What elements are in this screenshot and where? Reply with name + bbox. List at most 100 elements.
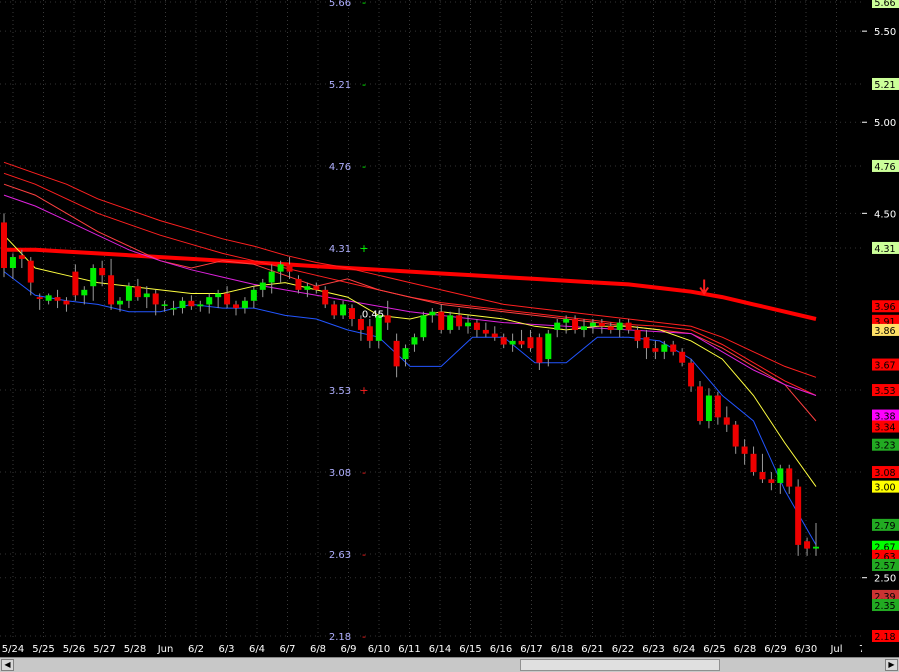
candle-down bbox=[286, 264, 293, 272]
candle-up bbox=[465, 322, 471, 327]
candle-down bbox=[322, 289, 329, 305]
candle-down bbox=[652, 348, 659, 352]
candle-down bbox=[152, 293, 159, 305]
y-tick-label: 5.00 bbox=[874, 118, 896, 129]
x-tick-label: 6/22 bbox=[612, 644, 634, 655]
grid-lines bbox=[0, 0, 868, 640]
x-axis: 5/24 5/25 5/26 5/27 5/28 Jun 6/2 6/3 6/4 6/7 6/8 6/… bbox=[2, 644, 875, 655]
candle-up bbox=[143, 293, 150, 298]
x-tick-label: 6/11 bbox=[398, 644, 420, 655]
x-tick-label: 6/17 bbox=[520, 644, 542, 655]
x-tick-label: 6/30 bbox=[795, 644, 817, 655]
x-tick-label: 6/7 bbox=[279, 644, 295, 655]
price-badge-label: 2.57 bbox=[874, 561, 895, 572]
candle-up bbox=[340, 304, 347, 316]
x-tick-label: 6/2 bbox=[188, 644, 204, 655]
scroll-left-button[interactable]: ◀ bbox=[1, 659, 14, 671]
x-tick-label: 6/25 bbox=[703, 644, 725, 655]
price-badge-label: 3.53 bbox=[874, 386, 895, 397]
candle-up bbox=[45, 295, 52, 301]
annotation-label: 0.45 bbox=[362, 310, 384, 321]
candle-down bbox=[572, 319, 579, 330]
candle-down bbox=[108, 275, 115, 305]
candle-down bbox=[27, 260, 34, 283]
candle-down bbox=[670, 344, 677, 352]
level-label: 3.08 bbox=[329, 468, 351, 479]
price-badge-label: 3.00 bbox=[874, 483, 895, 494]
candle-up bbox=[661, 344, 668, 352]
candle-down bbox=[741, 446, 748, 454]
candle-down bbox=[63, 300, 70, 305]
signal-arrow bbox=[699, 279, 709, 296]
candle-down bbox=[438, 311, 445, 330]
price-badge-label: 3.23 bbox=[874, 441, 895, 452]
candle-down bbox=[536, 337, 543, 363]
x-tick-label: 6/18 bbox=[551, 644, 573, 655]
candle-down bbox=[518, 340, 525, 345]
price-badge-label: 4.76 bbox=[874, 162, 895, 173]
price-badge-label: 3.34 bbox=[874, 422, 895, 433]
x-tick-label: 5/27 bbox=[93, 644, 115, 655]
level-label: 5.66 bbox=[329, 0, 351, 9]
x-tick-label: 6/23 bbox=[642, 644, 664, 655]
candle-down bbox=[768, 479, 775, 483]
scroll-right-button[interactable]: ▶ bbox=[885, 659, 898, 671]
level-label: 4.31 bbox=[329, 244, 351, 255]
scroll-thumb[interactable] bbox=[520, 659, 720, 671]
candle-down bbox=[697, 386, 703, 422]
candle-up bbox=[277, 264, 284, 272]
level-label: 2.63 bbox=[329, 550, 351, 561]
level-label: 3.53 bbox=[329, 386, 351, 397]
x-tick-label: 6/10 bbox=[368, 644, 390, 655]
x-tick-label: 6/29 bbox=[764, 644, 786, 655]
candle-up bbox=[117, 300, 123, 305]
x-tick-label: 6/16 bbox=[490, 644, 512, 655]
level-marker: - bbox=[362, 0, 366, 9]
level-label: 5.21 bbox=[329, 80, 351, 91]
candle-down bbox=[634, 329, 641, 341]
candle-up bbox=[616, 322, 623, 330]
candle-down bbox=[714, 395, 721, 418]
candle-up bbox=[268, 271, 275, 283]
level-marker: - bbox=[362, 466, 366, 479]
level-label: 4.76 bbox=[329, 162, 351, 173]
y-tick-label: 2.50 bbox=[874, 574, 896, 585]
candle-down bbox=[759, 472, 766, 480]
candle-down bbox=[1, 222, 7, 268]
candle-down bbox=[482, 329, 489, 334]
x-tick-label: 6/15 bbox=[459, 644, 481, 655]
candle-up bbox=[215, 293, 222, 298]
candle-up bbox=[429, 311, 436, 316]
candle-down bbox=[295, 278, 302, 290]
candle-down bbox=[607, 326, 614, 330]
candle-down bbox=[625, 322, 632, 330]
candle-down bbox=[500, 337, 507, 345]
candle-down bbox=[331, 304, 338, 316]
horizontal-scrollbar[interactable]: ◀ ▶ bbox=[0, 657, 899, 672]
candle-up bbox=[125, 286, 132, 301]
candle-down bbox=[598, 322, 605, 327]
candle-down bbox=[491, 333, 498, 338]
x-tick-label: 6/14 bbox=[429, 644, 451, 655]
candle-up bbox=[554, 322, 561, 330]
candle-down bbox=[313, 286, 320, 290]
price-badge-label: 2.79 bbox=[874, 521, 895, 532]
candle-up bbox=[206, 297, 213, 305]
level-marker: - bbox=[362, 630, 366, 643]
candle-up bbox=[259, 282, 266, 290]
price-badge-label: 2.35 bbox=[874, 601, 895, 612]
price-badge-label: 5.66 bbox=[874, 0, 895, 9]
candle-down bbox=[679, 351, 686, 363]
x-tick-label: 6/4 bbox=[249, 644, 265, 655]
candle-down bbox=[643, 337, 650, 349]
price-badge-label: 2.18 bbox=[874, 632, 895, 643]
candle-down bbox=[456, 315, 463, 327]
candlestick-chart: 5.66 -5.21 -4.76 -4.31 +3.53 +3.08 -2.63 -2.18-… bbox=[0, 0, 899, 657]
price-badge-label: 3.96 bbox=[874, 302, 895, 313]
candle-up bbox=[304, 286, 311, 290]
level-marker: + bbox=[359, 384, 368, 397]
level-label: 2.18 bbox=[329, 632, 351, 643]
candle-up bbox=[563, 319, 570, 323]
candle-down bbox=[349, 308, 355, 319]
candle-up bbox=[9, 257, 16, 268]
